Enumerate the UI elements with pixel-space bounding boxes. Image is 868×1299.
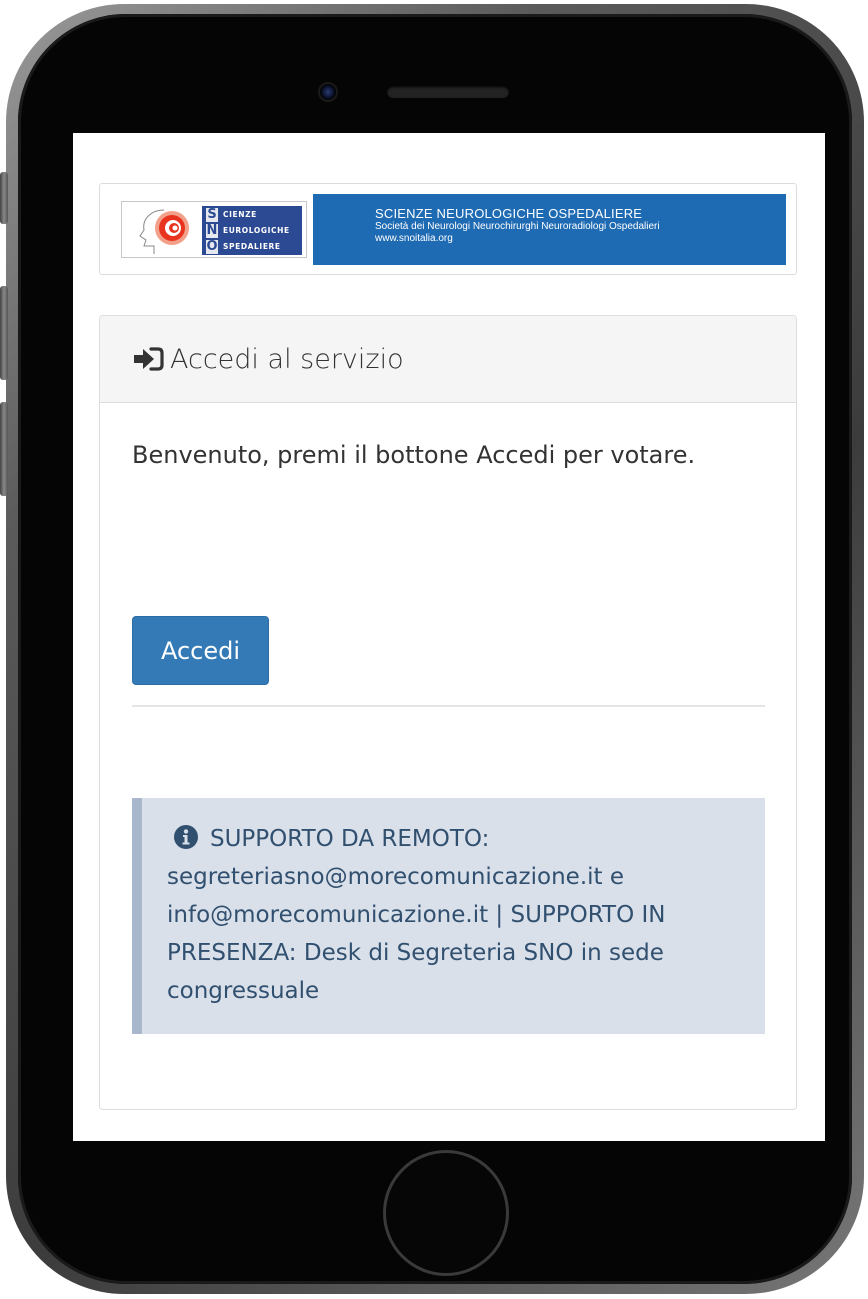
sign-in-icon xyxy=(134,347,164,371)
volume-up-button xyxy=(0,286,8,380)
logo-word: EUROLOGICHE xyxy=(223,226,290,235)
logo-wordmark: S CIENZE N EUROLOGICHE O SPEDALIERE xyxy=(202,206,302,255)
mute-switch xyxy=(0,172,8,224)
logo-letter: N xyxy=(206,222,218,238)
logo-word: SPEDALIERE xyxy=(223,242,281,251)
support-info-alert: SUPPORTO DA REMOTO: segreteriasno@moreco… xyxy=(132,798,765,1034)
banner-title: SCIENZE NEUROLOGICHE OSPEDALIERE xyxy=(375,206,643,221)
accedi-button[interactable]: Accedi xyxy=(132,616,269,685)
welcome-message: Benvenuto, premi il bottone Accedi per v… xyxy=(132,441,696,469)
banner-subtitle: Società dei Neurologi Neurochirurghi Neu… xyxy=(375,221,660,232)
earpiece-speaker xyxy=(387,86,509,98)
logo-letter: S xyxy=(206,206,218,222)
header-banner: S CIENZE N EUROLOGICHE O SPEDALIERE SCIE… xyxy=(99,183,797,275)
screen: S CIENZE N EUROLOGICHE O SPEDALIERE SCIE… xyxy=(73,133,825,1141)
panel-heading: Accedi al servizio xyxy=(100,316,796,403)
info-circle-icon xyxy=(174,825,198,849)
volume-down-button xyxy=(0,402,8,496)
support-info-text: SUPPORTO DA REMOTO: segreteriasno@moreco… xyxy=(167,826,666,1004)
logo-word: CIENZE xyxy=(223,210,257,219)
banner-text-block: SCIENZE NEUROLOGICHE OSPEDALIERE Società… xyxy=(313,194,786,265)
divider xyxy=(132,705,765,707)
panel-title: Accedi al servizio xyxy=(170,343,404,375)
home-button[interactable] xyxy=(383,1150,509,1276)
front-camera xyxy=(318,82,338,102)
brain-swirl-icon xyxy=(139,209,189,254)
banner-url: www.snoitalia.org xyxy=(375,233,453,244)
logo-letter: O xyxy=(206,238,218,254)
sno-logo: S CIENZE N EUROLOGICHE O SPEDALIERE xyxy=(121,201,307,258)
login-panel: Accedi al servizio Benvenuto, premi il b… xyxy=(99,315,797,1110)
